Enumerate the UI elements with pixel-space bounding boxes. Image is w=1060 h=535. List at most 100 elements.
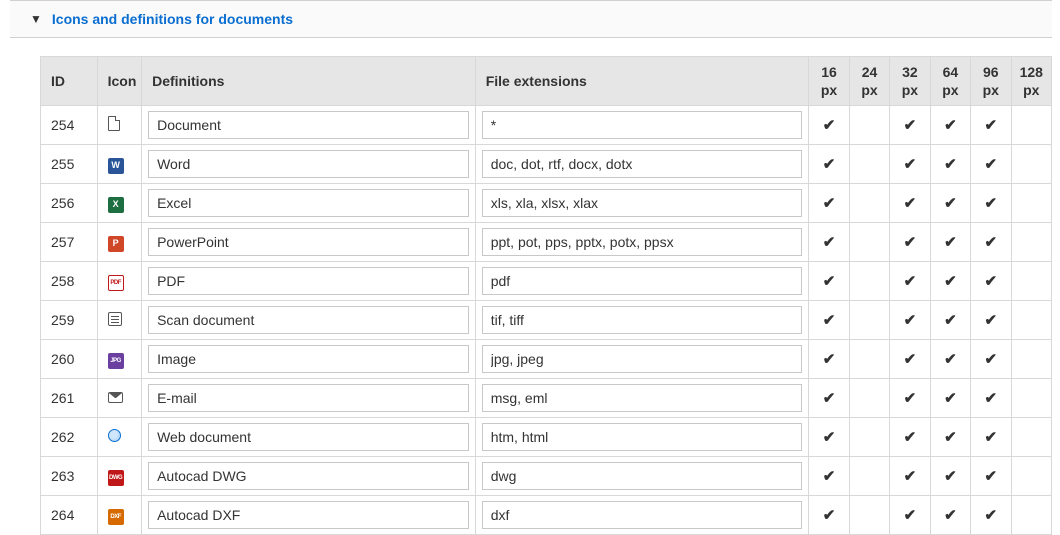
definition-input[interactable] [148, 462, 469, 490]
cell-size-32[interactable]: ✔ [890, 496, 930, 535]
cell-size-32[interactable]: ✔ [890, 418, 930, 457]
extensions-input[interactable] [482, 150, 803, 178]
extensions-input[interactable] [482, 189, 803, 217]
extensions-input[interactable] [482, 306, 803, 334]
cell-size-24[interactable] [849, 496, 889, 535]
definition-input[interactable] [148, 228, 469, 256]
cell-size-128[interactable] [1011, 340, 1051, 379]
cell-size-32[interactable]: ✔ [890, 145, 930, 184]
extensions-input[interactable] [482, 462, 803, 490]
cell-size-32[interactable]: ✔ [890, 340, 930, 379]
extensions-input[interactable] [482, 345, 803, 373]
cell-size-32[interactable]: ✔ [890, 457, 930, 496]
cell-size-16[interactable]: ✔ [809, 145, 849, 184]
check-icon: ✔ [823, 351, 836, 368]
col-size-64[interactable]: 64px [930, 57, 970, 106]
cell-size-32[interactable]: ✔ [890, 184, 930, 223]
cell-size-64[interactable]: ✔ [930, 301, 970, 340]
definition-input[interactable] [148, 501, 469, 529]
cell-size-96[interactable]: ✔ [971, 301, 1011, 340]
cell-size-16[interactable]: ✔ [809, 106, 849, 145]
col-size-32[interactable]: 32px [890, 57, 930, 106]
definition-input[interactable] [148, 111, 469, 139]
col-size-128[interactable]: 128px [1011, 57, 1051, 106]
cell-size-96[interactable]: ✔ [971, 145, 1011, 184]
extensions-input[interactable] [482, 423, 803, 451]
cell-size-96[interactable]: ✔ [971, 496, 1011, 535]
extensions-input[interactable] [482, 267, 803, 295]
cell-size-24[interactable] [849, 106, 889, 145]
cell-size-128[interactable] [1011, 301, 1051, 340]
definition-input[interactable] [148, 345, 469, 373]
cell-size-128[interactable] [1011, 184, 1051, 223]
cell-size-96[interactable]: ✔ [971, 184, 1011, 223]
cell-size-64[interactable]: ✔ [930, 379, 970, 418]
extensions-input[interactable] [482, 111, 803, 139]
definition-input[interactable] [148, 189, 469, 217]
extensions-input[interactable] [482, 501, 803, 529]
cell-size-32[interactable]: ✔ [890, 223, 930, 262]
cell-size-128[interactable] [1011, 418, 1051, 457]
col-id[interactable]: ID [41, 57, 98, 106]
cell-size-64[interactable]: ✔ [930, 223, 970, 262]
cell-size-128[interactable] [1011, 262, 1051, 301]
col-definitions[interactable]: Definitions [142, 57, 476, 106]
extensions-input[interactable] [482, 384, 803, 412]
cell-size-24[interactable] [849, 223, 889, 262]
cell-size-64[interactable]: ✔ [930, 418, 970, 457]
cell-size-16[interactable]: ✔ [809, 496, 849, 535]
definition-input[interactable] [148, 306, 469, 334]
cell-size-32[interactable]: ✔ [890, 301, 930, 340]
cell-size-128[interactable] [1011, 145, 1051, 184]
cell-size-96[interactable]: ✔ [971, 223, 1011, 262]
cell-size-64[interactable]: ✔ [930, 184, 970, 223]
col-size-24[interactable]: 24px [849, 57, 889, 106]
cell-size-24[interactable] [849, 262, 889, 301]
cell-size-128[interactable] [1011, 379, 1051, 418]
cell-size-24[interactable] [849, 457, 889, 496]
cell-size-16[interactable]: ✔ [809, 262, 849, 301]
cell-size-24[interactable] [849, 184, 889, 223]
cell-size-64[interactable]: ✔ [930, 340, 970, 379]
definition-input[interactable] [148, 423, 469, 451]
cell-size-96[interactable]: ✔ [971, 340, 1011, 379]
definition-input[interactable] [148, 384, 469, 412]
col-extensions[interactable]: File extensions [475, 57, 809, 106]
cell-size-32[interactable]: ✔ [890, 106, 930, 145]
cell-size-24[interactable] [849, 418, 889, 457]
cell-size-128[interactable] [1011, 223, 1051, 262]
cell-size-24[interactable] [849, 379, 889, 418]
cell-size-64[interactable]: ✔ [930, 496, 970, 535]
cell-size-16[interactable]: ✔ [809, 184, 849, 223]
cell-size-16[interactable]: ✔ [809, 457, 849, 496]
panel-header[interactable]: ▼ Icons and definitions for documents [10, 0, 1052, 38]
cell-size-24[interactable] [849, 145, 889, 184]
cell-size-96[interactable]: ✔ [971, 262, 1011, 301]
cell-size-64[interactable]: ✔ [930, 145, 970, 184]
cell-size-32[interactable]: ✔ [890, 262, 930, 301]
cell-size-16[interactable]: ✔ [809, 340, 849, 379]
col-size-96[interactable]: 96px [971, 57, 1011, 106]
col-icon[interactable]: Icon [97, 57, 141, 106]
definition-input[interactable] [148, 267, 469, 295]
cell-size-16[interactable]: ✔ [809, 418, 849, 457]
cell-size-128[interactable] [1011, 496, 1051, 535]
col-size-16[interactable]: 16px [809, 57, 849, 106]
cell-size-64[interactable]: ✔ [930, 106, 970, 145]
cell-size-32[interactable]: ✔ [890, 379, 930, 418]
definition-input[interactable] [148, 150, 469, 178]
cell-size-16[interactable]: ✔ [809, 223, 849, 262]
cell-size-24[interactable] [849, 301, 889, 340]
cell-size-96[interactable]: ✔ [971, 379, 1011, 418]
cell-size-64[interactable]: ✔ [930, 262, 970, 301]
cell-size-96[interactable]: ✔ [971, 106, 1011, 145]
cell-size-16[interactable]: ✔ [809, 379, 849, 418]
extensions-input[interactable] [482, 228, 803, 256]
cell-size-16[interactable]: ✔ [809, 301, 849, 340]
cell-size-24[interactable] [849, 340, 889, 379]
cell-size-128[interactable] [1011, 106, 1051, 145]
cell-size-96[interactable]: ✔ [971, 457, 1011, 496]
cell-size-96[interactable]: ✔ [971, 418, 1011, 457]
cell-size-128[interactable] [1011, 457, 1051, 496]
cell-size-64[interactable]: ✔ [930, 457, 970, 496]
